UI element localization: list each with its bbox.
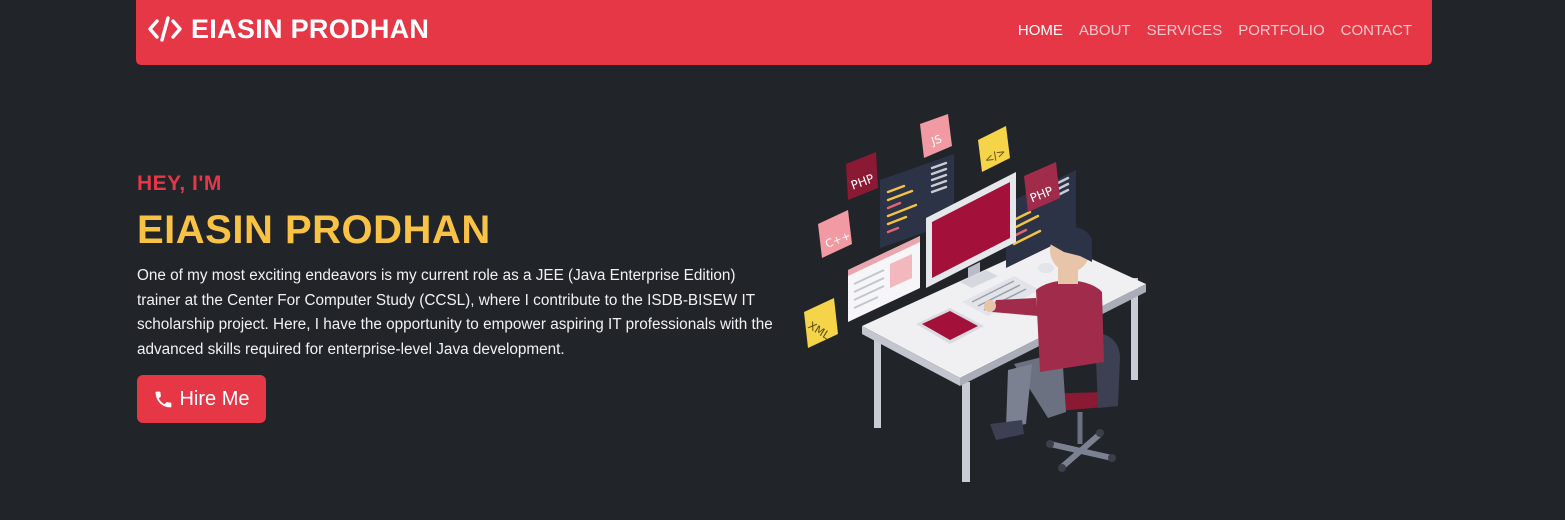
hero-greeting: HEY, I'M (137, 172, 222, 195)
badge-xml: XML (804, 298, 838, 348)
nav-menu: HOME ABOUT SERVICES PORTFOLIO CONTACT (1018, 22, 1412, 39)
code-icon (148, 16, 182, 42)
badge-php-left: PHP (846, 152, 878, 200)
hire-me-button[interactable]: Hire Me (137, 375, 266, 423)
nav-link-about[interactable]: ABOUT (1079, 22, 1131, 39)
brand-name: EIASIN PRODHAN (191, 13, 430, 44)
hire-me-label: Hire Me (179, 387, 250, 410)
brand-logo[interactable]: EIASIN PRODHAN (148, 13, 429, 45)
nav-link-contact[interactable]: CONTACT (1341, 22, 1412, 39)
badge-html: </> (978, 126, 1010, 172)
hero-name: EIASIN PRODHAN (137, 208, 491, 252)
badge-cpp: C++ (818, 210, 852, 258)
phone-icon (156, 391, 172, 407)
badge-js: JS (920, 114, 952, 158)
hero-description: One of my most exciting endeavors is my … (137, 267, 773, 358)
developer-illustration: JS </> PHP PHP C++ XML (804, 114, 1146, 482)
navbar: EIASIN PRODHAN HOME ABOUT SERVICES PORTF… (136, 0, 1432, 65)
nav-link-services[interactable]: SERVICES (1147, 22, 1223, 39)
nav-link-portfolio[interactable]: PORTFOLIO (1238, 22, 1324, 39)
nav-link-home[interactable]: HOME (1018, 22, 1063, 39)
